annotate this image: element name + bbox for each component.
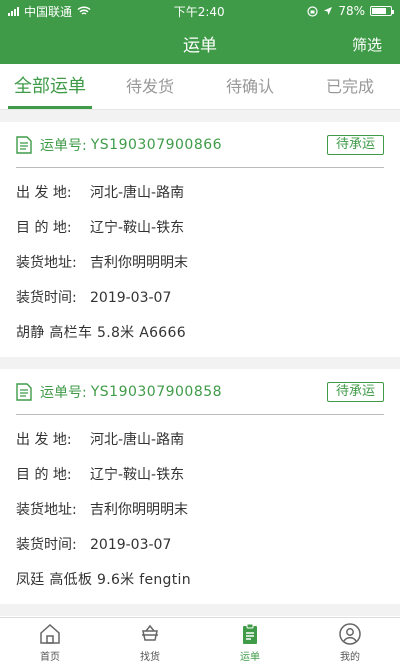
tabbar-profile-label: 我的	[340, 651, 360, 663]
order-tabs: 全部运单 待发货 待确认 已完成	[0, 64, 400, 110]
status-time: 下午2:40	[173, 4, 225, 19]
order-number-label: 运单号:	[40, 137, 87, 154]
origin-value: 河北-唐山-路南	[90, 432, 185, 448]
tabbar-profile[interactable]: 我的	[300, 618, 400, 666]
loading-address-label: 装货地址:	[16, 502, 77, 518]
document-icon	[16, 135, 32, 154]
driver-vehicle-info: 胡静 高栏车 5.8米 A6666	[16, 325, 186, 341]
filter-button[interactable]: 筛选	[352, 34, 382, 55]
nav-bar: 运单 筛选	[0, 22, 400, 64]
loading-time-label: 装货时间:	[16, 537, 77, 553]
status-badge: 待承运	[326, 134, 384, 155]
wifi-icon	[77, 6, 91, 15]
profile-icon	[339, 622, 361, 645]
destination-label: 目 的 地:	[16, 220, 72, 236]
app-header: 中国联通 下午2:40 78% 运单 筛选	[0, 0, 400, 64]
status-bar: 中国联通 下午2:40 78%	[0, 0, 400, 22]
order-number-label: 运单号:	[40, 384, 87, 401]
origin-value: 河北-唐山-路南	[90, 185, 185, 201]
order-list[interactable]: 运单号: YS190307900866 待承运 出 发 地: 河北-唐山-路南 目…	[0, 110, 400, 617]
order-card[interactable]: 运单号: YS190307900858 待承运 出 发 地: 河北-唐山-路南 目…	[0, 369, 400, 604]
loading-address-label: 装货地址:	[16, 255, 77, 271]
tab-all-orders[interactable]: 全部运单	[0, 64, 100, 109]
order-number: YS190307900858	[90, 383, 223, 400]
status-badge: 待承运	[326, 381, 384, 402]
origin-label: 出 发 地:	[16, 185, 72, 201]
signal-icon	[8, 6, 19, 16]
location-icon	[324, 7, 333, 15]
page-title: 运单	[183, 35, 217, 56]
tabbar-home[interactable]: 首页	[0, 618, 100, 666]
destination-label: 目 的 地:	[16, 467, 72, 483]
loading-time-value: 2019-03-07	[90, 290, 172, 306]
order-number: YS190307900866	[90, 136, 223, 153]
bottom-tab-bar: 首页 找货 运单 我的	[0, 617, 400, 666]
loading-time-label: 装货时间:	[16, 290, 77, 306]
destination-value: 辽宁-鞍山-铁东	[90, 467, 185, 483]
loading-address-value: 吉利你明明明末	[90, 502, 188, 518]
tabbar-home-label: 首页	[40, 651, 60, 663]
tabbar-find-cargo[interactable]: 找货	[100, 618, 200, 666]
battery-percent: 78%	[338, 4, 365, 18]
driver-vehicle-info: 凤廷 高低板 9.6米 fengtin	[16, 572, 191, 588]
loading-address-value: 吉利你明明明末	[90, 255, 188, 271]
order-card[interactable]: 运单号: YS190307900866 待承运 出 发 地: 河北-唐山-路南 目…	[0, 122, 400, 357]
waybill-icon	[243, 623, 257, 644]
tabbar-waybill[interactable]: 运单	[200, 618, 300, 666]
tab-pending-confirm[interactable]: 待确认	[200, 64, 300, 109]
loading-time-value: 2019-03-07	[90, 537, 172, 553]
destination-value: 辽宁-鞍山-铁东	[90, 220, 185, 236]
tabbar-waybill-label: 运单	[240, 651, 260, 663]
origin-label: 出 发 地:	[16, 432, 72, 448]
cargo-icon	[142, 624, 158, 641]
carrier-name: 中国联通	[24, 4, 73, 19]
document-icon	[16, 382, 32, 401]
battery-icon	[369, 6, 394, 16]
home-icon	[40, 623, 60, 644]
lock-rotation-icon	[307, 5, 318, 17]
tab-pending-shipment[interactable]: 待发货	[100, 64, 200, 109]
tabbar-find-cargo-label: 找货	[140, 651, 160, 663]
tab-completed[interactable]: 已完成	[300, 64, 400, 109]
